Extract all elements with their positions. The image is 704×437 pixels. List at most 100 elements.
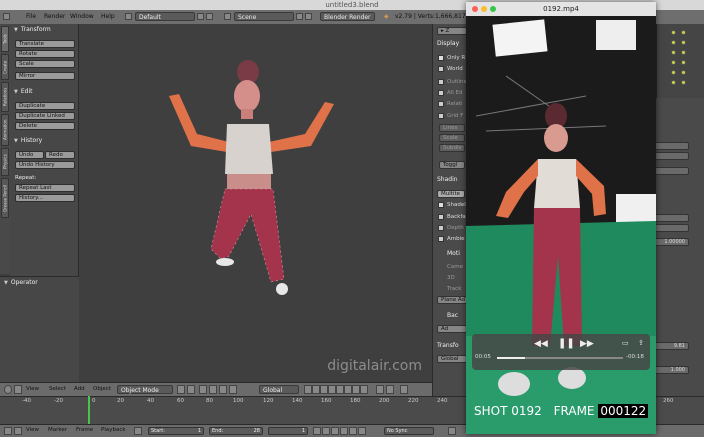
value-field-1[interactable]: 1.00000 [653,238,689,246]
depth-checkbox[interactable] [438,225,444,231]
timeline-menu-view[interactable]: View [26,427,39,433]
plane-add-button[interactable]: Plane Ad [437,296,467,304]
minimize-icon[interactable] [481,6,487,12]
scene-select[interactable]: Scene [234,12,294,21]
editor-type-icon[interactable] [3,13,10,20]
jump-end-icon[interactable] [358,427,366,435]
menu-view[interactable]: View [26,386,39,392]
layer-icon-4[interactable] [328,385,336,394]
remove-scene-icon[interactable] [305,13,312,20]
value-field-3[interactable]: 1.000 [653,366,689,374]
share-icon[interactable]: ⇪ [638,339,644,347]
edit-panel-header[interactable]: ▼ Edit [10,87,78,97]
rewind-icon[interactable]: ◀◀ [534,339,548,349]
history-panel-header[interactable]: ▼ History [10,136,78,146]
layer-icon-7[interactable] [352,385,360,394]
mode-select[interactable]: Object Mode [117,385,173,394]
tab-tools[interactable]: Tools [1,26,9,52]
operator-panel-header[interactable]: ▼ Operator [0,278,68,288]
visibility-icon[interactable] [671,80,676,85]
undo-button[interactable]: Undo [15,151,44,159]
redo-button[interactable]: Redo [45,151,75,159]
prop-field[interactable] [653,152,689,160]
prop-field[interactable] [653,142,689,150]
mirror-button[interactable]: Mirror [15,72,75,80]
visibility-icon[interactable] [681,40,686,45]
layout-select[interactable]: Default [135,12,195,21]
menu-window[interactable]: Window [70,13,94,20]
ambient-checkbox[interactable] [438,236,444,242]
scale-field[interactable]: Scale [439,134,465,142]
duplicate-button[interactable]: Duplicate [15,102,75,110]
visibility-icon[interactable] [681,60,686,65]
menu-select[interactable]: Select [49,386,66,392]
menu-toggle-icon[interactable] [14,385,22,394]
menu-file[interactable]: File [26,13,36,20]
add-scene-icon[interactable] [296,13,303,20]
grid-floor-checkbox[interactable] [438,113,444,119]
background-images-header[interactable]: Bac [447,312,458,321]
relations-checkbox[interactable] [438,101,444,107]
add-layout-icon[interactable] [197,13,204,20]
add-image-button[interactable]: Ad [437,325,467,333]
value-field-2[interactable]: 9.81 [653,342,689,350]
layer-icon-5[interactable] [336,385,344,394]
scale-manip-icon[interactable] [229,385,237,394]
layer-icon-1[interactable] [304,385,312,394]
rotate-button[interactable]: Rotate [15,50,75,58]
current-frame-field[interactable]: 1 [268,427,308,435]
3d-viewport[interactable]: digitalair.com [79,24,466,382]
menu-help[interactable]: Help [101,13,115,20]
visibility-icon[interactable] [681,30,686,35]
menu-toggle-icon[interactable] [14,427,22,435]
video-player-window[interactable]: 0192.mp4 ◀◀ ❚❚ ▶▶ ▭ ⇪ 00:05 -00:18 SHOT … [466,2,656,434]
pivot-icon[interactable] [187,385,195,394]
undo-history-button[interactable]: Undo History [15,161,75,169]
world-bg-checkbox[interactable] [438,66,444,72]
scrubber-track[interactable] [497,357,623,359]
sync-select[interactable]: No Sync [384,427,434,435]
render-engine-select[interactable]: Blender Render [320,12,375,21]
visibility-icon[interactable] [681,80,686,85]
remove-layout-icon[interactable] [206,13,213,20]
scale-button[interactable]: Scale [15,60,75,68]
menu-add[interactable]: Add [74,386,85,392]
end-frame-field[interactable]: End: 28 [209,427,263,435]
manipulator-icon[interactable] [199,385,207,394]
editor-type-icon[interactable] [4,427,12,435]
all-edges-checkbox[interactable] [438,90,444,96]
motion-tracking-header[interactable]: Moti [447,250,460,259]
multitexture-select[interactable]: Multite [437,190,465,198]
rotate-manip-icon[interactable] [219,385,227,394]
translate-button[interactable]: Translate [15,40,75,48]
subdivisions-field[interactable]: Subdiv [439,144,465,152]
duplicate-linked-button[interactable]: Duplicate Linked [15,112,75,120]
timeline-menu-frame[interactable]: Frame [76,427,93,433]
playhead[interactable] [88,396,90,424]
shadeless-checkbox[interactable] [438,202,444,208]
transform-orientations-header[interactable]: Transfo [437,342,459,351]
delete-button[interactable]: Delete [15,122,75,130]
prop-field[interactable] [653,167,689,175]
history-button[interactable]: History... [15,194,75,202]
global-select[interactable]: Global [437,355,467,363]
layer-icon-6[interactable] [344,385,352,394]
render-preview-icon[interactable] [400,385,408,394]
snap-icon[interactable] [376,385,384,394]
visibility-icon[interactable] [671,30,676,35]
jump-start-icon[interactable] [313,427,321,435]
repeat-last-button[interactable]: Repeat Last [15,184,75,192]
record-icon[interactable] [134,427,142,435]
scene-icon[interactable] [224,13,231,20]
visibility-icon[interactable] [671,70,676,75]
toggle-quad-button[interactable]: Toggl [439,161,465,169]
layer-icon-2[interactable] [312,385,320,394]
menu-object[interactable]: Object [93,386,111,392]
play-reverse-icon[interactable] [331,427,339,435]
timeline-menu-marker[interactable]: Marker [48,427,67,433]
editor-type-icon[interactable] [4,385,12,394]
tab-relations[interactable]: Relations [1,82,9,112]
visibility-icon[interactable] [671,40,676,45]
tab-animation[interactable]: Animation [1,114,9,146]
only-render-checkbox[interactable] [438,55,444,61]
